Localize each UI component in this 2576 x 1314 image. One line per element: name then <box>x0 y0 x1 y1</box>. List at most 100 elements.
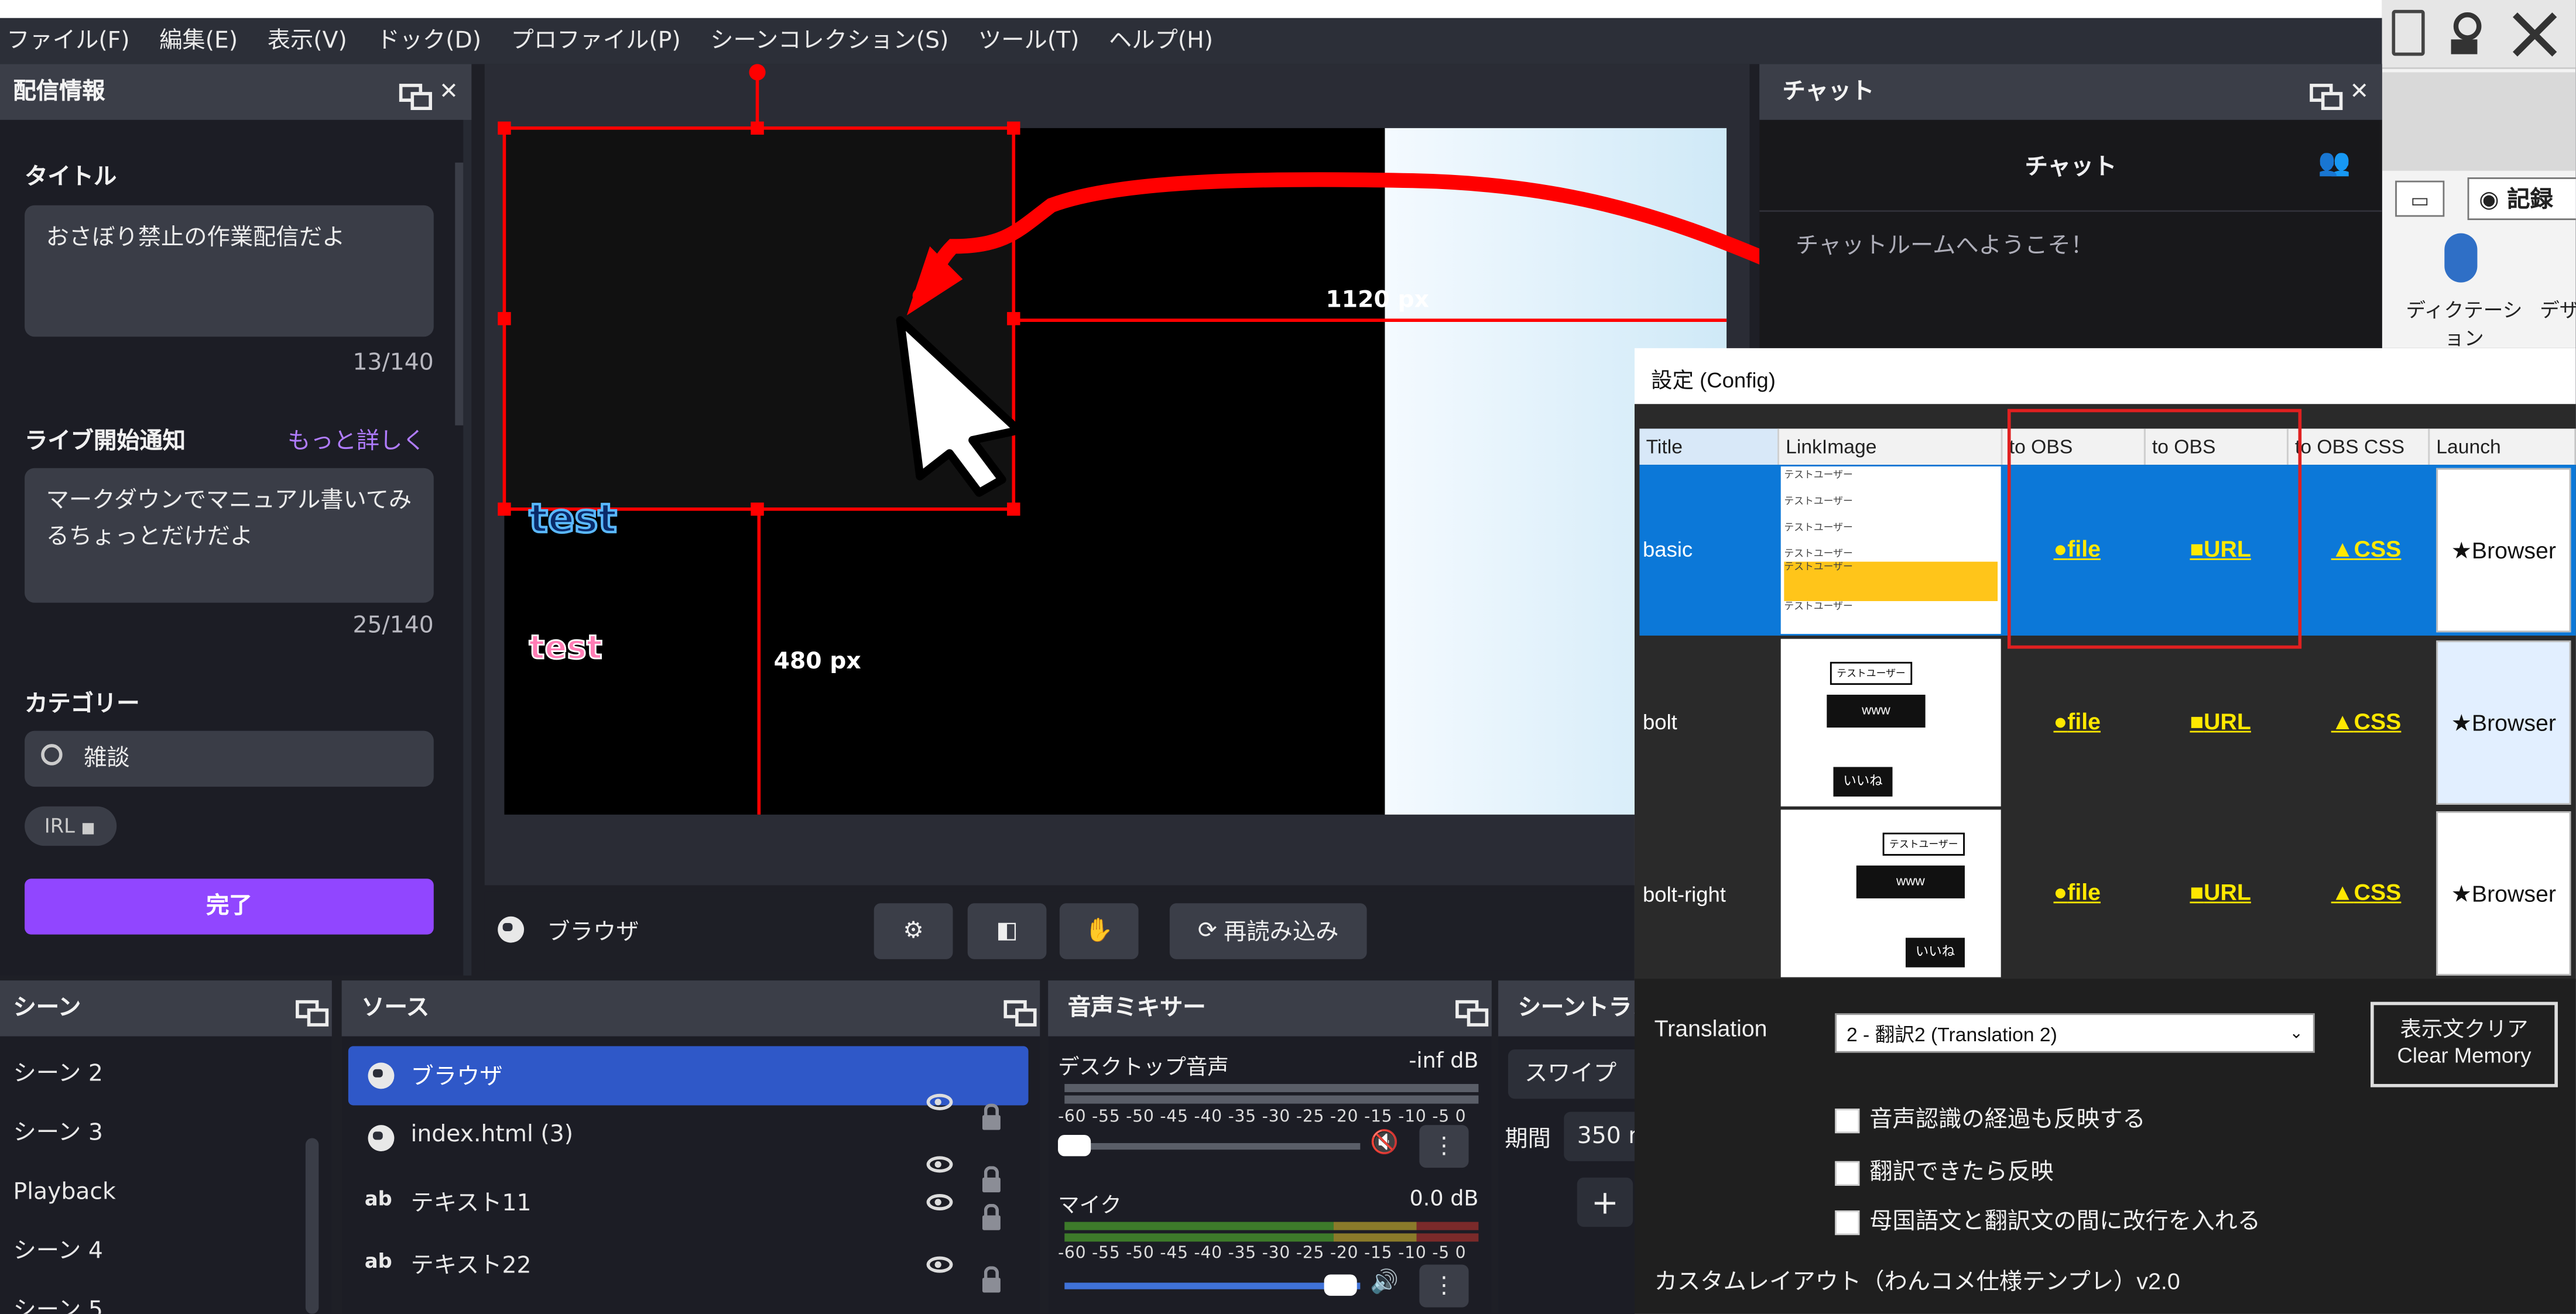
clear-memory-button[interactable]: 表示文クリア Clear Memory <box>2371 1001 2558 1087</box>
check-linebreak[interactable]: 母国語文と翻訳文の間に改行を入れる <box>1835 1204 2260 1237</box>
eye-icon[interactable] <box>926 1193 953 1211</box>
mixer-ch2-meter <box>1064 1222 1479 1230</box>
thumb-highlight: テストユーザー <box>1784 561 1998 601</box>
checkbox-translated[interactable] <box>1835 1161 1860 1186</box>
mixer-ch1-menu-button[interactable]: ⋮ <box>1419 1125 1469 1168</box>
dimension-height: 480 px <box>773 649 861 675</box>
col-launch[interactable]: Launch <box>2430 428 2576 465</box>
mixer-dock: 音声ミキサー デスクトップ音声 -inf dB -60 -55 -50 -45 … <box>1048 980 1492 1314</box>
eye-icon[interactable] <box>926 1156 953 1173</box>
float-icon[interactable] <box>1003 999 1037 1026</box>
thumb-user-3: テストユーザー <box>1784 524 1853 534</box>
reload-label: 再読み込み <box>1224 920 1339 946</box>
triangle-icon: ▲ <box>2331 708 2354 735</box>
scene-item[interactable]: シーン 5 <box>13 1279 102 1314</box>
users-icon[interactable]: 👥 <box>2318 146 2351 177</box>
check-interim[interactable]: 音声認識の経過も反映する <box>1835 1102 2146 1135</box>
chat-welcome: チャットルームへようこそ！ <box>1795 233 2094 260</box>
reload-button[interactable]: ⟳ 再読み込み <box>1169 903 1367 959</box>
source-row[interactable]: ab テキスト11 <box>348 1172 1029 1231</box>
eye-icon[interactable] <box>926 1256 953 1273</box>
row-boltright-css-link[interactable]: ▲CSS <box>2331 879 2402 905</box>
bolt-thumb-msg2: いいね <box>1833 767 1893 797</box>
check-translated-label: 翻訳できたら反映 <box>1869 1158 2054 1185</box>
col-to-obs-css[interactable]: to OBS CSS <box>2288 428 2430 465</box>
row-bolt-title: bolt <box>1643 709 1677 735</box>
toolbar-source-name: ブラウザ <box>547 920 639 946</box>
scene-item[interactable]: シーン 4 <box>13 1220 102 1283</box>
source-name: テキスト11 <box>410 1191 532 1217</box>
chevron-down-icon: ⌄ <box>2289 1024 2304 1043</box>
mixer-ch2-menu-button[interactable]: ⋮ <box>1419 1264 1469 1308</box>
scenes-scrollbar[interactable] <box>305 1138 319 1314</box>
row-basic-css-link[interactable]: ▲CSS <box>2331 536 2402 562</box>
close-icon[interactable]: ✕ <box>2349 79 2369 105</box>
mixer-ch1-name: デスクトップ音声 <box>1058 1056 1229 1081</box>
check-translated[interactable]: 翻訳できたら反映 <box>1835 1155 2054 1188</box>
mixer-ch2-meter-b <box>1064 1233 1479 1242</box>
speaker-muted-icon[interactable]: 🔇 <box>1370 1130 1399 1157</box>
add-transition-button[interactable]: + <box>1577 1177 1633 1227</box>
row-boltright-url-link[interactable]: ■URL <box>2190 879 2251 905</box>
transitions-dock: シーントラン スワイプ 期間 350 m + <box>1498 980 1635 1314</box>
filters-button[interactable]: ◧ <box>967 903 1047 959</box>
mixer-ch1-knob[interactable] <box>1058 1134 1091 1157</box>
globe-icon <box>368 1125 395 1152</box>
annotation-arrowhead <box>906 246 963 315</box>
speaker-icon[interactable]: 🔊 <box>1370 1270 1399 1296</box>
preview-text-2: test <box>528 626 603 667</box>
scene-item[interactable]: シーン 3 <box>13 1102 102 1165</box>
col-title[interactable]: Title <box>1639 428 1779 465</box>
mixer-ch2-knob[interactable] <box>1324 1274 1357 1296</box>
row-boltright-url: URL <box>2204 879 2251 905</box>
thumb-user-4: テストユーザー <box>1784 550 1853 560</box>
row-bolt-css-link[interactable]: ▲CSS <box>2331 708 2402 734</box>
row-boltright-browser-button[interactable]: ★ Browser <box>2436 811 2571 976</box>
mixer-body: デスクトップ音声 -inf dB -60 -55 -50 -45 -40 -35… <box>1048 1036 1492 1314</box>
lock-icon[interactable] <box>982 1266 1001 1293</box>
col-linkimage[interactable]: LinkImage <box>1779 428 2003 465</box>
square-icon: ■ <box>2190 879 2204 905</box>
scene-item[interactable]: Playback <box>13 1161 115 1224</box>
row-bolt-browser-button[interactable]: ★ Browser <box>2436 640 2571 805</box>
triangle-icon: ▲ <box>2331 535 2354 562</box>
checkbox-interim[interactable] <box>1835 1108 1860 1133</box>
mixer-ch1-slider[interactable] <box>1064 1143 1361 1150</box>
mixer-ch1-scale: -60 -55 -50 -45 -40 -35 -30 -25 -20 -15 … <box>1058 1109 1467 1127</box>
row-bolt-url-link[interactable]: ■URL <box>2190 708 2251 734</box>
row-bolt-file-link[interactable]: ●file <box>2054 708 2101 734</box>
sources-dock-buttons <box>1003 980 1037 1036</box>
interact-button[interactable]: ✋ <box>1059 903 1139 959</box>
lock-icon[interactable] <box>982 1203 1001 1230</box>
translation-select[interactable]: 2 - 翻訳2 (Translation 2) ⌄ <box>1835 1013 2315 1053</box>
row-basic-browser-button[interactable]: ★ Browser <box>2436 468 2571 633</box>
checkbox-linebreak[interactable] <box>1835 1210 1860 1235</box>
mixer-ch2-slider[interactable] <box>1064 1282 1361 1289</box>
source-name: ブラウザ <box>410 1064 503 1091</box>
transition-select[interactable]: スワイプ <box>1508 1049 1635 1099</box>
handle-ml <box>498 312 511 325</box>
chat-dock: チャット ✕ チャット 👥 チャットルームへようこそ！ <box>1759 64 2382 360</box>
eye-icon[interactable] <box>926 1093 953 1110</box>
scenes-list: シーン 2 シーン 3 Playback シーン 4 シーン 5 <box>0 1036 332 1314</box>
chat-header-title: チャット <box>2025 154 2117 181</box>
globe-icon <box>368 1062 395 1089</box>
float-icon[interactable] <box>296 999 329 1026</box>
properties-button[interactable]: ⚙ <box>873 903 953 959</box>
float-icon[interactable] <box>1455 999 1489 1026</box>
boltright-thumb-msg2: いいね <box>1905 938 1965 968</box>
row-bolt-css: CSS <box>2354 708 2402 735</box>
hand-icon: ✋ <box>1084 918 1114 945</box>
source-row-selected[interactable]: ブラウザ <box>348 1046 1029 1130</box>
source-row[interactable]: ab テキスト22 <box>348 1235 1029 1294</box>
row-boltright-title: bolt-right <box>1643 881 1726 907</box>
source-row[interactable]: index.html (3) <box>348 1109 1029 1193</box>
float-icon[interactable] <box>2310 83 2344 109</box>
config-title: 設定 (Config) <box>1651 368 1776 393</box>
preview-toolbar: ブラウザ ⚙ ◧ ✋ ⟳ 再読み込み <box>484 891 1750 971</box>
handle-tl <box>498 121 511 135</box>
row-boltright-file-link[interactable]: ●file <box>2054 879 2101 905</box>
duration-input[interactable]: 350 m <box>1564 1111 1635 1161</box>
scene-item[interactable]: シーン 2 <box>13 1043 102 1106</box>
thumb-user-5: テストユーザー <box>1784 563 1853 574</box>
